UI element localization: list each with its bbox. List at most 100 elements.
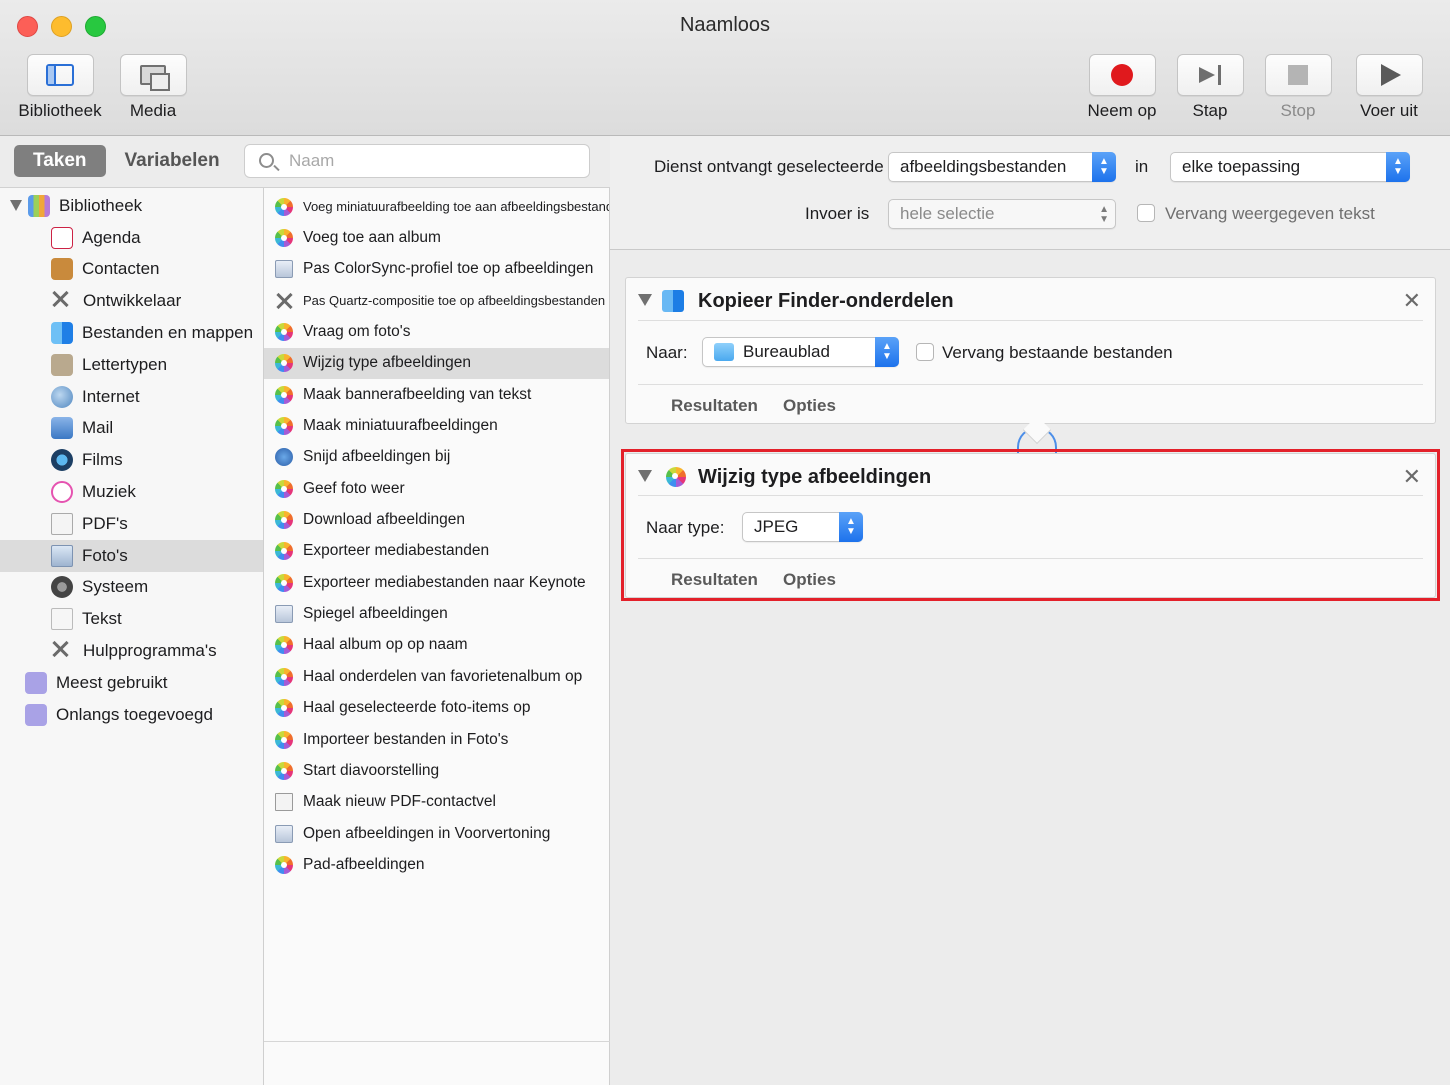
photos-icon: [51, 544, 73, 567]
replace-files-checkbox[interactable]: [916, 343, 934, 361]
tree-item-developer[interactable]: Ontwikkelaar: [0, 285, 263, 317]
tree-item-calendar[interactable]: Agenda: [0, 222, 263, 254]
tab-results[interactable]: Resultaten: [671, 396, 758, 416]
list-item-label: Geef foto weer: [303, 479, 405, 497]
tree-item-label: Meest gebruikt: [56, 672, 168, 692]
chevron-updown-icon: ▲ ▼: [875, 337, 899, 367]
list-item[interactable]: Pas ColorSync-profiel toe op afbeeldinge…: [264, 254, 609, 285]
tab-actions[interactable]: Taken: [14, 145, 106, 177]
list-item[interactable]: Start diavoorstelling: [264, 755, 609, 786]
tree-item-photos[interactable]: Foto's: [0, 539, 263, 572]
type-popup[interactable]: JPEG ▲ ▼: [742, 512, 863, 542]
tree-item-system[interactable]: Systeem: [0, 572, 263, 604]
list-item-label: Spiegel afbeeldingen: [303, 605, 448, 623]
tree-item-files-folders[interactable]: Bestanden en mappen: [0, 317, 263, 349]
close-icon[interactable]: ✕: [1403, 464, 1421, 490]
list-item[interactable]: Snijd afbeeldingen bij: [264, 442, 609, 473]
photos-icon: [275, 354, 293, 373]
run-icon: [1381, 64, 1401, 86]
divider: [638, 495, 1423, 496]
list-item-label: Voeg miniatuurafbeelding toe aan afbeeld…: [303, 199, 609, 215]
tree-item-label: Muziek: [82, 482, 136, 502]
list-item[interactable]: Geef foto weer: [264, 473, 609, 504]
list-item-label: Haal onderdelen van favorietenalbum op: [303, 667, 583, 685]
list-item-label: Pad-afbeeldingen: [303, 855, 425, 873]
tree-item-recently-added[interactable]: Onlangs toegevoegd: [0, 699, 263, 731]
disclosure-triangle-icon[interactable]: [10, 200, 22, 212]
tree-item-most-used[interactable]: Meest gebruikt: [0, 667, 263, 699]
disclosure-triangle-icon[interactable]: [638, 294, 652, 306]
list-item[interactable]: Voeg miniatuurafbeelding toe aan afbeeld…: [264, 191, 609, 222]
chevron-updown-icon: ▲ ▼: [1099, 204, 1109, 225]
list-item-selected[interactable]: Wijzig type afbeeldingen: [264, 347, 609, 380]
list-item-label: Open afbeeldingen in Voorvertoning: [303, 824, 551, 842]
list-item[interactable]: Maak bannerafbeelding van tekst: [264, 379, 609, 410]
tree-item-label: Ontwikkelaar: [83, 291, 182, 311]
application-popup-value: elke toepassing: [1182, 157, 1301, 176]
application-popup[interactable]: elke toepassing ▲ ▼: [1170, 152, 1410, 182]
list-item[interactable]: Pas Quartz-compositie toe op afbeeldings…: [264, 285, 609, 316]
media-label: Media: [129, 101, 177, 120]
list-item-label: Maak miniatuurafbeeldingen: [303, 417, 498, 435]
list-item[interactable]: Vraag om foto's: [264, 316, 609, 347]
list-item[interactable]: Download afbeeldingen: [264, 504, 609, 535]
media-toolbar-button[interactable]: Media: [118, 54, 188, 121]
destination-popup[interactable]: Bureaublad ▲ ▼: [702, 337, 899, 367]
photos-icon: [275, 855, 293, 874]
tree-item-internet[interactable]: Internet: [0, 381, 263, 413]
list-item[interactable]: Exporteer mediabestanden: [264, 536, 609, 567]
run-toolbar-button[interactable]: Voer uit: [1352, 54, 1426, 121]
photos-icon: [275, 761, 293, 780]
tree-item-contacts[interactable]: Contacten: [0, 254, 263, 286]
record-icon: [1111, 64, 1133, 86]
list-item[interactable]: Pad-afbeeldingen: [264, 849, 609, 880]
close-icon[interactable]: ✕: [1403, 288, 1421, 314]
list-item[interactable]: Open afbeeldingen in Voorvertoning: [264, 818, 609, 849]
replace-files-label: Vervang bestaande bestanden: [942, 343, 1173, 362]
record-label: Neem op: [1087, 101, 1157, 120]
tab-options[interactable]: Opties: [783, 570, 836, 590]
contacts-icon: [51, 258, 73, 281]
chevron-updown-icon: ▲ ▼: [839, 512, 863, 542]
list-item[interactable]: Spiegel afbeeldingen: [264, 598, 609, 629]
list-item[interactable]: Haal onderdelen van favorietenalbum op: [264, 661, 609, 692]
tab-options[interactable]: Opties: [783, 396, 836, 416]
tab-results[interactable]: Resultaten: [671, 570, 758, 590]
developer-tools-icon: [275, 292, 293, 310]
record-toolbar-button[interactable]: Neem op: [1084, 54, 1160, 121]
tree-item-label: Agenda: [82, 227, 141, 247]
input-popup[interactable]: hele selectie ▲ ▼: [888, 199, 1116, 229]
action-card-change-image-type: Wijzig type afbeeldingen ✕ Naar type: JP…: [625, 453, 1436, 598]
list-item[interactable]: Maak miniatuurafbeeldingen: [264, 410, 609, 441]
search-field[interactable]: [244, 144, 590, 178]
list-item-label: Haal geselecteerde foto-items op: [303, 699, 531, 717]
tree-item-pdfs[interactable]: PDF's: [0, 508, 263, 540]
list-item[interactable]: Maak nieuw PDF-contactvel: [264, 787, 609, 818]
tree-item-music[interactable]: Muziek: [0, 476, 263, 508]
tree-item-utilities[interactable]: Hulpprogramma's: [0, 635, 263, 667]
list-item[interactable]: Exporteer mediabestanden naar Keynote: [264, 567, 609, 598]
list-item[interactable]: Importeer bestanden in Foto's: [264, 724, 609, 755]
folder-icon: [714, 343, 734, 361]
tree-item-text[interactable]: Tekst: [0, 603, 263, 635]
list-item[interactable]: Voeg toe aan album: [264, 222, 609, 253]
tree-item-label: Foto's: [82, 545, 128, 565]
step-toolbar-button[interactable]: Stap: [1176, 54, 1244, 121]
search-input[interactable]: [289, 150, 579, 172]
tree-item-movies[interactable]: Films: [0, 444, 263, 476]
utilities-icon: [51, 640, 73, 662]
library-toolbar-button[interactable]: Bibliotheek: [16, 54, 104, 121]
stop-toolbar-button[interactable]: Stop: [1264, 54, 1332, 121]
tab-variables[interactable]: Variabelen: [106, 145, 239, 177]
chevron-updown-icon: ▲ ▼: [1386, 152, 1410, 182]
tree-item-label: Bestanden en mappen: [82, 323, 254, 343]
list-item[interactable]: Haal album op op naam: [264, 630, 609, 661]
replace-text-checkbox[interactable]: [1137, 204, 1155, 222]
list-item[interactable]: Haal geselecteerde foto-items op: [264, 693, 609, 724]
tree-item-library[interactable]: Bibliotheek: [0, 190, 263, 222]
tree-item-label: Bibliotheek: [59, 195, 143, 215]
disclosure-triangle-icon[interactable]: [638, 470, 652, 482]
tree-item-mail[interactable]: Mail: [0, 413, 263, 445]
tree-item-fonts[interactable]: Lettertypen: [0, 349, 263, 381]
receives-popup[interactable]: afbeeldingsbestanden ▲ ▼: [888, 152, 1116, 182]
